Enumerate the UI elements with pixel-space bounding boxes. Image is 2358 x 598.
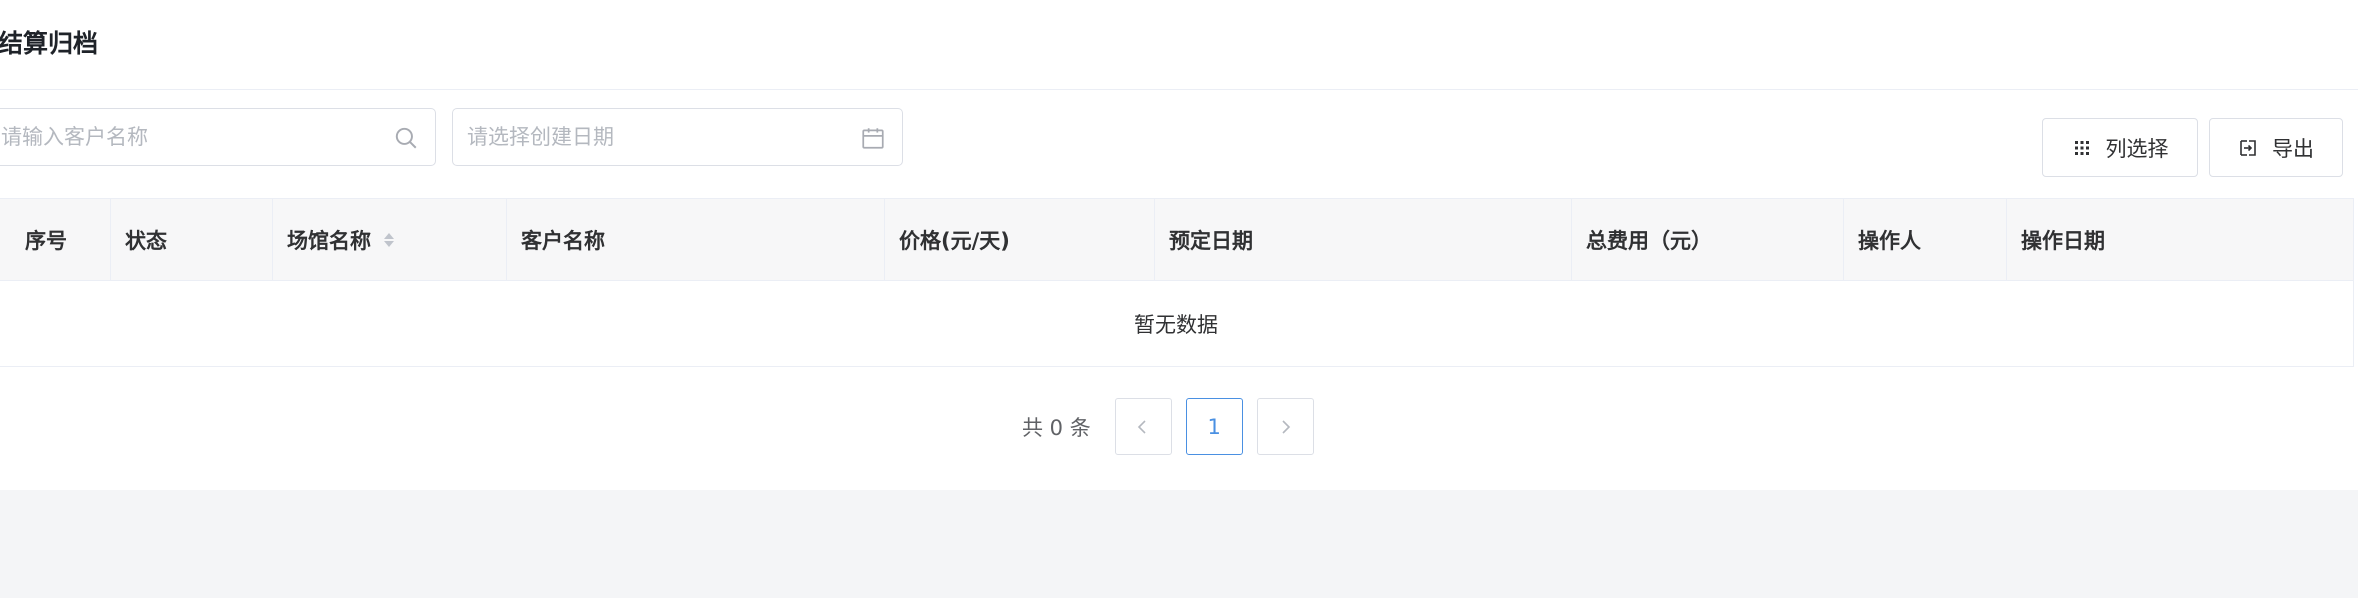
column-header-label: 价格(元/天) xyxy=(899,228,1010,253)
customer-search-field[interactable] xyxy=(0,108,436,166)
search-icon[interactable] xyxy=(393,125,419,151)
export-icon xyxy=(2240,139,2256,156)
settlement-table: 序号 状态 场馆名称 客户名称 价格(元/天) 预定日期 总费用（元） 操作人 … xyxy=(0,198,2354,367)
prev-page-button[interactable] xyxy=(1114,398,1172,455)
column-header-label: 总费用（元） xyxy=(1586,228,1712,253)
column-header-label: 操作人 xyxy=(1858,228,1921,253)
column-header-operation-date: 操作日期 xyxy=(2007,199,2353,280)
column-select-button[interactable]: 列选择 xyxy=(2042,118,2198,177)
column-header-index: 序号 xyxy=(0,199,111,280)
column-header-total-cost: 总费用（元） xyxy=(1572,199,1844,280)
export-button[interactable]: 导出 xyxy=(2209,118,2343,177)
column-header-label: 状态 xyxy=(125,228,167,253)
column-header-status: 状态 xyxy=(111,199,273,280)
pagination: 共 0 条 1 xyxy=(1022,398,1328,455)
page-header: 结算归档 xyxy=(0,0,2358,90)
sort-icon[interactable] xyxy=(383,230,395,250)
table-header: 序号 状态 场馆名称 客户名称 价格(元/天) 预定日期 总费用（元） 操作人 … xyxy=(0,199,2353,281)
grid-icon xyxy=(2074,140,2089,155)
pagination-total: 共 0 条 xyxy=(1022,415,1091,440)
column-header-label: 操作日期 xyxy=(2021,228,2105,253)
column-header-price: 价格(元/天) xyxy=(885,199,1155,280)
column-header-label: 场馆名称 xyxy=(287,228,371,253)
created-date-field[interactable] xyxy=(452,108,903,166)
page-number-button[interactable]: 1 xyxy=(1185,398,1243,455)
column-header-venue-name[interactable]: 场馆名称 xyxy=(273,199,507,280)
export-label: 导出 xyxy=(2272,136,2314,161)
column-header-customer-name: 客户名称 xyxy=(507,199,885,280)
column-header-operator: 操作人 xyxy=(1844,199,2007,280)
column-header-label: 客户名称 xyxy=(521,228,605,253)
calendar-icon[interactable] xyxy=(860,125,886,151)
chevron-right-icon xyxy=(1282,419,1291,434)
page-title: 结算归档 xyxy=(0,29,99,58)
chevron-left-icon xyxy=(1138,419,1146,434)
column-header-booking-date: 预定日期 xyxy=(1155,199,1572,280)
column-select-label: 列选择 xyxy=(2105,136,2169,161)
next-page-button[interactable] xyxy=(1256,398,1314,455)
column-header-label: 序号 xyxy=(25,228,67,253)
main-panel: 结算归档 列选择 xyxy=(0,0,2358,490)
empty-state: 暂无数据 xyxy=(0,281,2353,367)
customer-search-input[interactable] xyxy=(1,109,371,165)
empty-text: 暂无数据 xyxy=(1134,313,1218,337)
created-date-input[interactable] xyxy=(467,109,847,165)
column-header-label: 预定日期 xyxy=(1169,228,1253,253)
